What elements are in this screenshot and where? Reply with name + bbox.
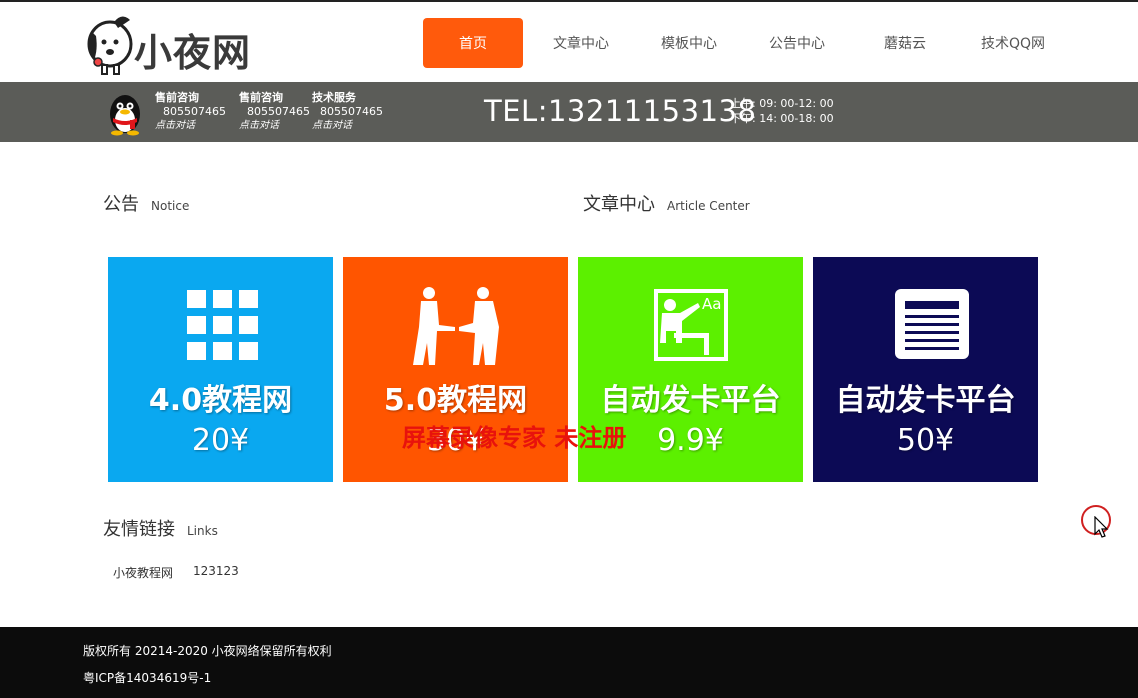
product-card-auto-card-2[interactable]: 自动发卡平台 50¥ [813, 257, 1038, 482]
contact-chat-link[interactable]: 点击对话 [239, 119, 310, 133]
grid-icon [187, 290, 258, 360]
section-links-title[interactable]: 友情链接 Links [103, 515, 218, 541]
document-icon [895, 289, 969, 359]
section-title-cn: 公告 [103, 194, 139, 215]
footer-copyright: 版权所有 20214-2020 小夜网络保留所有权利 [83, 644, 332, 658]
product-price: 50¥ [896, 423, 955, 458]
telephone-number: TEL:13211153138 [484, 94, 757, 128]
contact-tech-service[interactable]: 技术服务 805507465 点击对话 [312, 91, 383, 133]
nav-home[interactable]: 首页 [423, 18, 523, 68]
friend-link-xiaoye[interactable]: 小夜教程网 [113, 564, 173, 581]
section-title-cn: 文章中心 [583, 194, 655, 215]
nav-templates[interactable]: 模板中心 [647, 18, 731, 68]
contact-presales-2[interactable]: 售前咨询 805507465 点击对话 [239, 91, 310, 133]
site-logo[interactable]: 小夜网络 [84, 10, 284, 130]
nav-articles[interactable]: 文章中心 [539, 18, 623, 68]
product-price: 20¥ [191, 423, 250, 458]
contact-title: 售前咨询 [155, 91, 199, 104]
hours-afternoon: 下午: 14: 00-18: 00 [730, 112, 834, 125]
nav-announcements[interactable]: 公告中心 [755, 18, 839, 68]
section-notice-title[interactable]: 公告 Notice [103, 190, 189, 216]
contact-presales-1[interactable]: 售前咨询 805507465 点击对话 [155, 91, 226, 133]
page-footer: 版权所有 20214-2020 小夜网络保留所有权利 粤ICP备14034619… [0, 627, 1138, 698]
dog-mascot-icon [87, 16, 133, 75]
top-header: 小夜网络 首页 文章中心 模板中心 公告中心 蘑菇云 技术QQ网 [0, 0, 1138, 130]
contact-chat-link[interactable]: 点击对话 [155, 119, 226, 133]
product-title: 自动发卡平台 [835, 383, 1016, 418]
contact-bar: 售前咨询 805507465 点击对话 售前咨询 805507465 点击对话 … [0, 82, 1138, 142]
contact-number: 805507465 [247, 105, 310, 118]
handshake-icon [413, 287, 499, 365]
product-title: 5.0教程网 [383, 383, 528, 418]
recorder-watermark: 屏幕录像专家 未注册 [402, 423, 627, 452]
product-card-40[interactable]: 4.0教程网 20¥ [108, 257, 333, 482]
contact-title: 售前咨询 [239, 91, 283, 104]
contact-title: 技术服务 [312, 91, 356, 104]
section-title-cn: 友情链接 [103, 519, 175, 540]
svg-text:Aa: Aa [702, 295, 721, 313]
section-title-en: Article Center [667, 199, 750, 213]
teacher-board-icon: Aa [654, 289, 728, 361]
product-title: 自动发卡平台 [600, 383, 781, 418]
contact-number: 805507465 [163, 105, 226, 118]
section-articles-title[interactable]: 文章中心 Article Center [583, 190, 750, 216]
contact-chat-link[interactable]: 点击对话 [312, 119, 383, 133]
mouse-pointer-icon [1094, 516, 1109, 538]
footer-icp[interactable]: 粤ICP备14034619号-1 [83, 669, 211, 686]
hours-morning: 上午: 09: 00-12: 00 [730, 97, 834, 110]
nav-mushroom-cloud[interactable]: 蘑菇云 [863, 18, 947, 68]
nav-tech-qq[interactable]: 技术QQ网 [971, 18, 1055, 68]
product-title: 4.0教程网 [148, 383, 293, 418]
friend-link-123123[interactable]: 123123 [193, 564, 239, 578]
section-title-en: Links [187, 524, 218, 538]
business-hours: 上午: 09: 00-12: 00 下午: 14: 00-18: 00 [730, 96, 834, 126]
contact-number: 805507465 [320, 105, 383, 118]
section-title-en: Notice [151, 199, 190, 213]
qq-penguin-icon [110, 95, 140, 136]
